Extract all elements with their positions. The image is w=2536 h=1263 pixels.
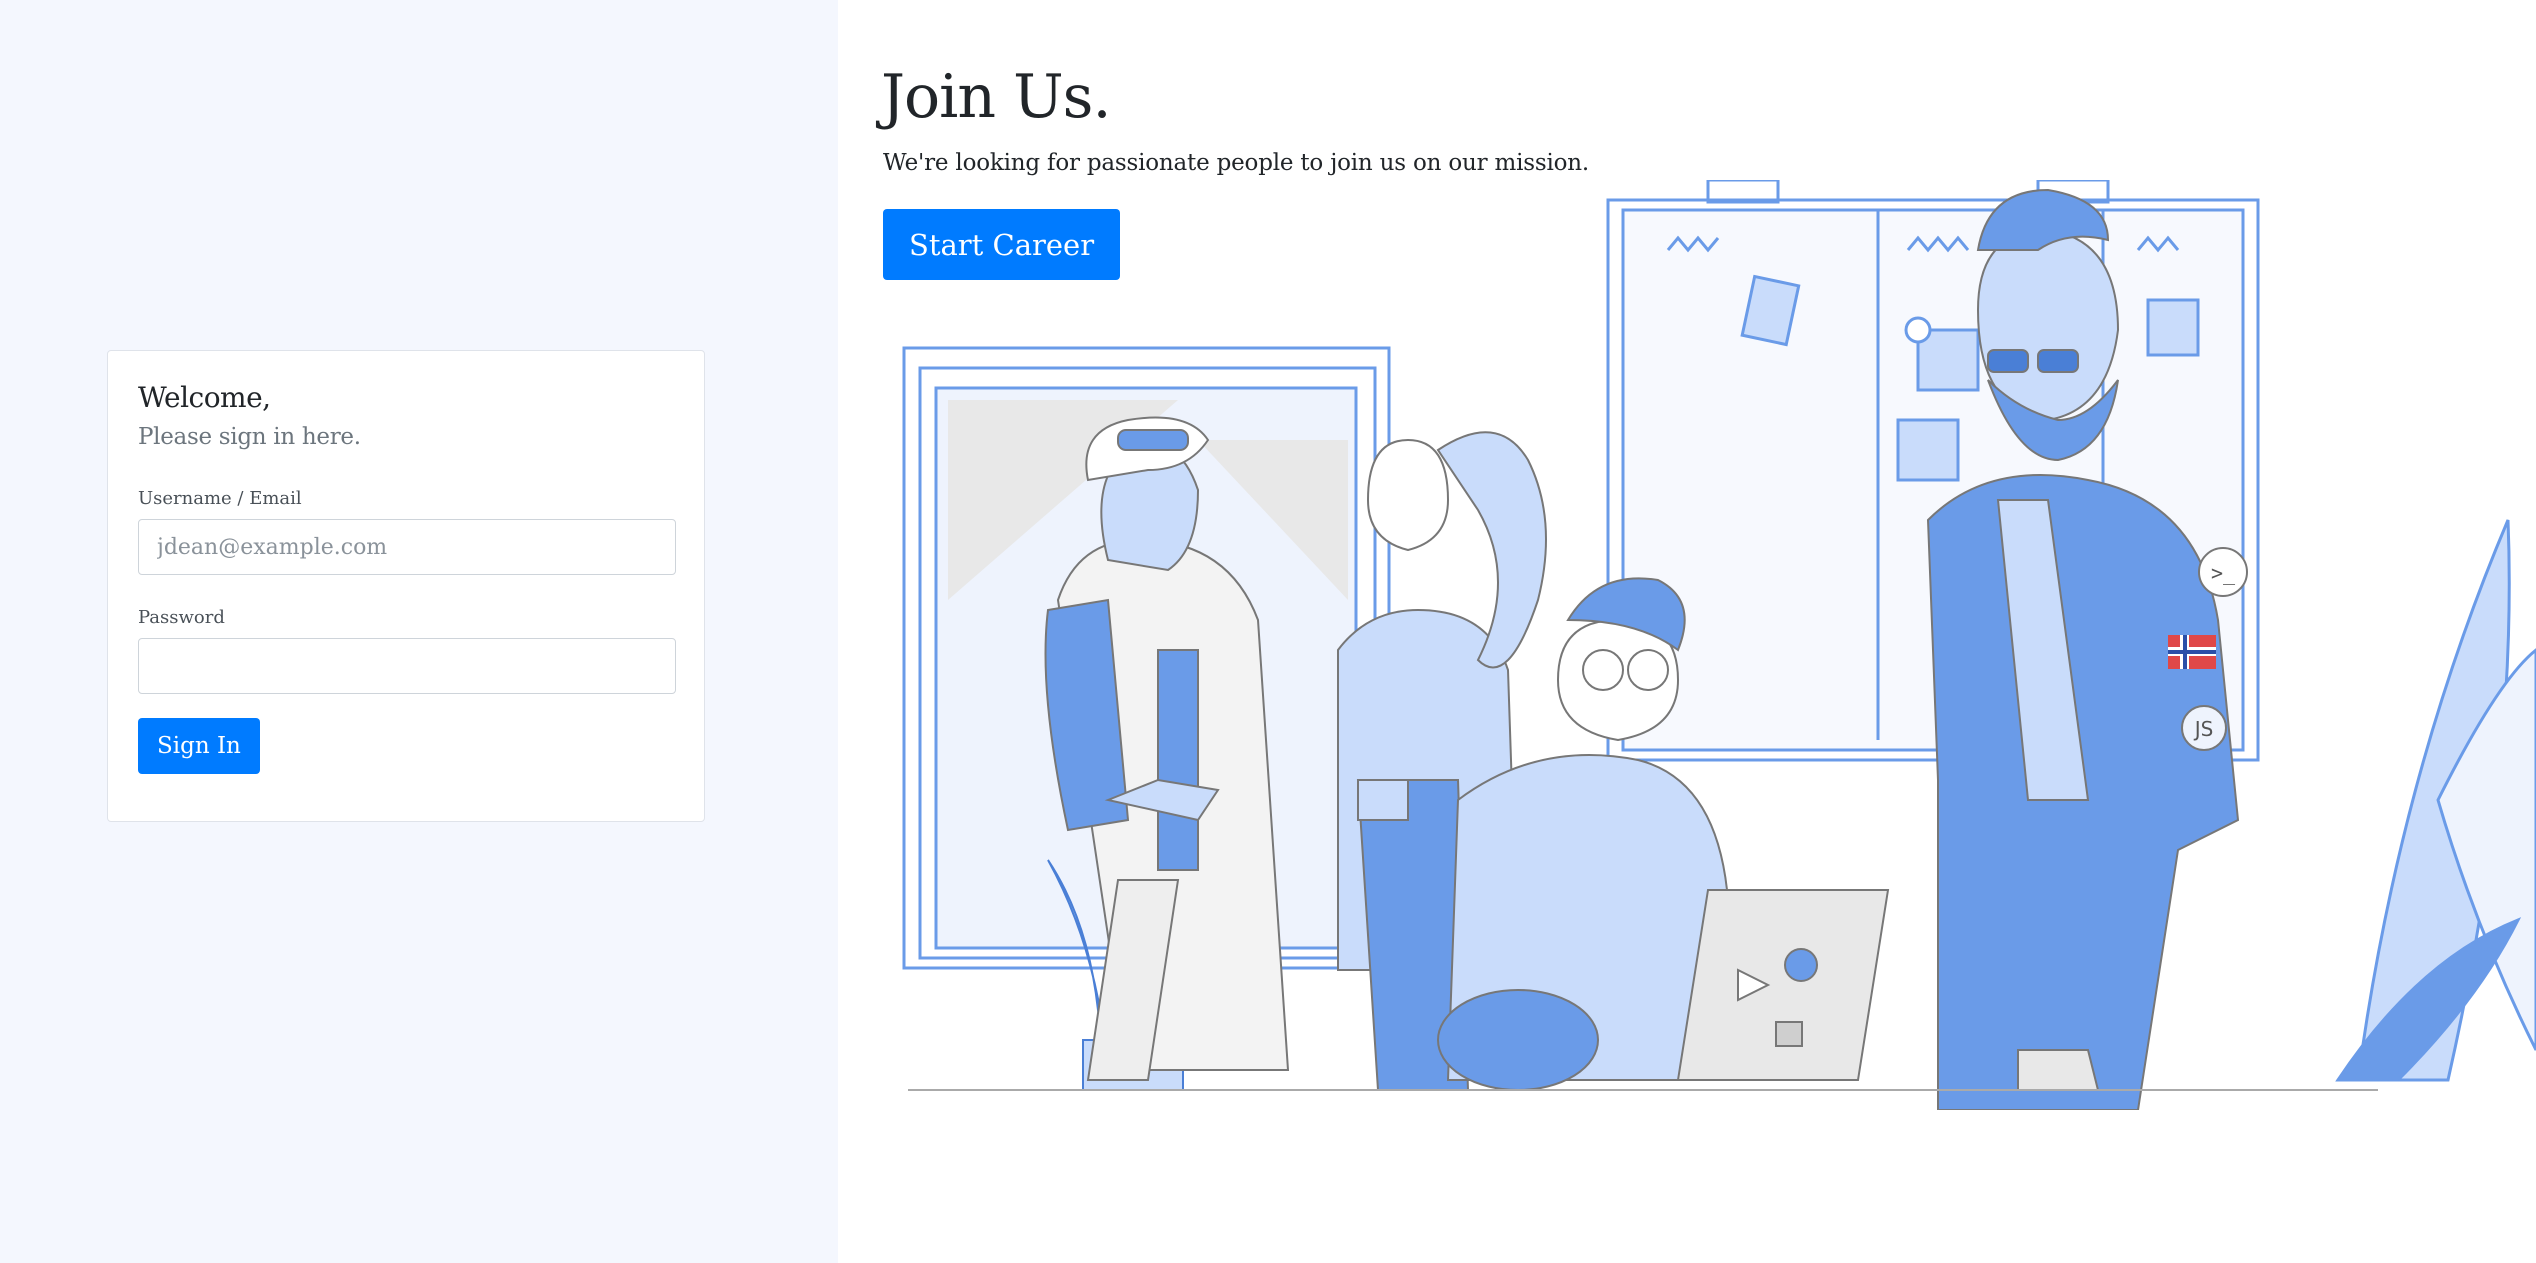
login-panel: Welcome, Please sign in here. Username /… xyxy=(0,0,838,1263)
laptop xyxy=(1676,889,1890,1081)
password-label: Password xyxy=(138,607,225,628)
start-career-button[interactable]: Start Career xyxy=(883,209,1121,280)
hero-subtitle: We're looking for passionate people to j… xyxy=(883,150,1590,176)
login-card: Welcome, Please sign in here. Username /… xyxy=(107,350,705,822)
username-input[interactable] xyxy=(138,519,676,575)
js-badge-text: JS xyxy=(2193,717,2214,741)
terminal-badge-text: >_ xyxy=(2211,561,2236,585)
team-illustration: >_ JS xyxy=(902,180,2536,1110)
norway-flag-icon xyxy=(2168,635,2216,669)
welcome-heading: Welcome, xyxy=(138,381,271,414)
username-label: Username / Email xyxy=(138,488,302,509)
plant-right xyxy=(2335,519,2536,1082)
password-input[interactable] xyxy=(138,638,676,694)
hero-title: Join Us. xyxy=(881,62,1112,132)
signin-subtitle: Please sign in here. xyxy=(138,424,361,450)
sign-in-button[interactable]: Sign In xyxy=(138,718,260,774)
careers-panel: Join Us. We're looking for passionate pe… xyxy=(838,0,2536,1263)
